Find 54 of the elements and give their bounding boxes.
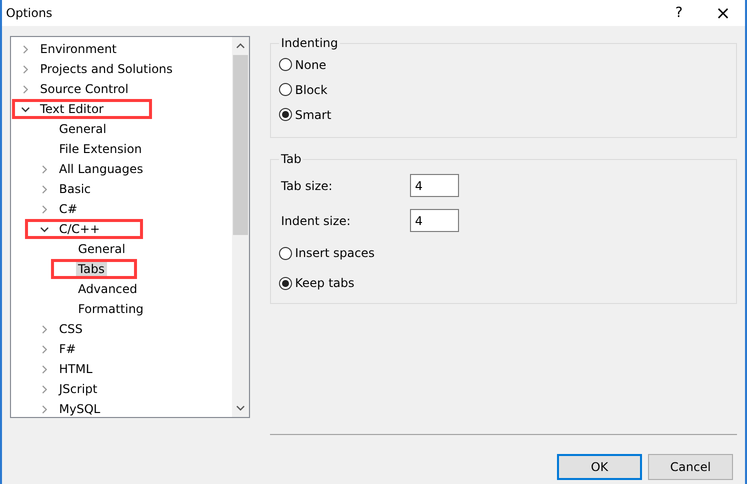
scroll-up-icon[interactable] — [236, 43, 245, 49]
input-field[interactable]: 4 — [410, 174, 459, 197]
field-label: Tab size: — [280, 178, 334, 192]
radio-icon[interactable] — [279, 108, 292, 121]
dialog-button[interactable]: OK — [557, 454, 642, 480]
field-label: Indent size: — [280, 214, 352, 228]
radio-icon[interactable] — [279, 83, 292, 96]
input-field[interactable]: 4 — [410, 209, 459, 232]
radio-option[interactable]: Insert spaces — [279, 238, 375, 268]
chevron-down-icon[interactable] — [40, 224, 49, 234]
tree-item[interactable]: File Extension — [57, 141, 144, 157]
tree-item[interactable]: Basic — [57, 181, 93, 197]
chevron-right-icon[interactable] — [40, 204, 49, 214]
radio-option[interactable]: Smart — [279, 102, 332, 127]
chevron-down-icon[interactable] — [21, 104, 30, 114]
group-title: Indenting — [280, 36, 340, 50]
chevron-right-icon[interactable] — [21, 44, 30, 54]
tree-item[interactable]: General — [57, 121, 108, 137]
scroll-down-icon[interactable] — [236, 405, 245, 411]
tree-item[interactable]: C# — [57, 201, 80, 217]
radio-option[interactable]: None — [279, 52, 326, 77]
group-title: Tab — [280, 152, 302, 166]
tree-item[interactable]: Projects and Solutions — [38, 61, 175, 77]
dialog-button[interactable]: Cancel — [648, 454, 733, 480]
tree-item[interactable]: All Languages — [57, 161, 146, 177]
chevron-right-icon[interactable] — [40, 164, 49, 174]
tree-item[interactable]: JScript — [57, 381, 100, 397]
chevron-right-icon[interactable] — [40, 384, 49, 394]
chevron-right-icon[interactable] — [40, 404, 49, 414]
chevron-right-icon[interactable] — [40, 324, 49, 334]
tree-item[interactable]: HTML — [57, 361, 94, 377]
tree-item[interactable]: General — [76, 241, 128, 257]
scrollbar[interactable] — [232, 37, 249, 417]
radio-icon[interactable] — [279, 276, 292, 290]
tree-item[interactable]: F# — [57, 341, 78, 357]
chevron-right-icon[interactable] — [40, 344, 49, 354]
radio-option[interactable]: Keep tabs — [279, 268, 354, 298]
window-title: Options — [6, 6, 54, 20]
tree-item[interactable]: MySQL — [57, 401, 102, 417]
tree-item[interactable]: Source Control — [38, 81, 130, 97]
tree-item[interactable]: Environment — [38, 41, 119, 57]
scrollbar-thumb[interactable] — [233, 55, 248, 235]
tree-item[interactable]: Advanced — [76, 281, 140, 297]
radio-icon[interactable] — [279, 58, 292, 71]
radio-option[interactable]: Block — [279, 77, 328, 102]
tree-item[interactable]: Formatting — [76, 301, 146, 317]
chevron-right-icon[interactable] — [40, 184, 49, 194]
chevron-right-icon[interactable] — [21, 64, 30, 74]
tree-item[interactable]: CSS — [57, 321, 85, 337]
radio-icon[interactable] — [279, 246, 292, 260]
chevron-right-icon[interactable] — [40, 364, 49, 374]
tree-item[interactable]: C/C++ — [57, 221, 102, 237]
chevron-right-icon[interactable] — [21, 84, 30, 94]
tree-item[interactable]: Text Editor — [38, 101, 106, 117]
